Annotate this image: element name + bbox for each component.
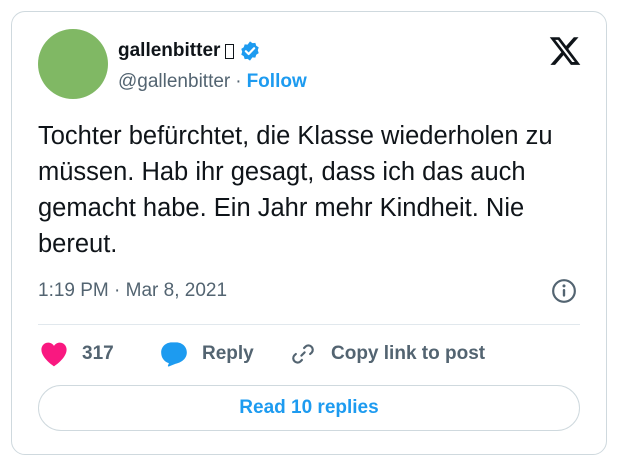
divider — [38, 324, 580, 325]
author-handle-row: @gallenbitter · Follow — [118, 71, 307, 93]
like-count: 317 — [82, 343, 114, 364]
reply-bubble-icon — [161, 342, 187, 367]
tweet-text: Tochter befürchtet, die Klasse wiederhol… — [38, 122, 553, 258]
tweet-card: gallenbitter @gallenbitter · Follow Toch… — [11, 11, 607, 455]
tweet-timestamp[interactable]: 1:19 PM · Mar 8, 2021 — [38, 280, 227, 302]
missing-glyph-icon — [225, 43, 235, 59]
verified-badge-icon — [239, 40, 261, 62]
avatar[interactable] — [38, 29, 108, 99]
follow-link[interactable]: Follow — [247, 71, 307, 93]
author-handle[interactable]: @gallenbitter — [118, 71, 230, 93]
separator-dot: · — [235, 71, 242, 92]
read-replies-button[interactable]: Read 10 replies — [38, 385, 580, 431]
copy-link-label: Copy link to post — [331, 343, 486, 364]
x-logo-icon[interactable] — [548, 34, 582, 68]
reply-button[interactable]: Reply — [160, 338, 254, 370]
reply-label: Reply — [202, 343, 254, 364]
info-icon[interactable] — [551, 278, 577, 304]
copy-link-button[interactable]: Copy link to post — [289, 338, 485, 370]
author-name-row: gallenbitter — [118, 38, 261, 64]
read-replies-label: Read 10 replies — [239, 397, 379, 418]
heart-icon — [41, 342, 67, 367]
display-name[interactable]: gallenbitter — [118, 40, 220, 62]
link-icon — [292, 344, 314, 364]
like-button[interactable]: 317 — [40, 338, 114, 370]
